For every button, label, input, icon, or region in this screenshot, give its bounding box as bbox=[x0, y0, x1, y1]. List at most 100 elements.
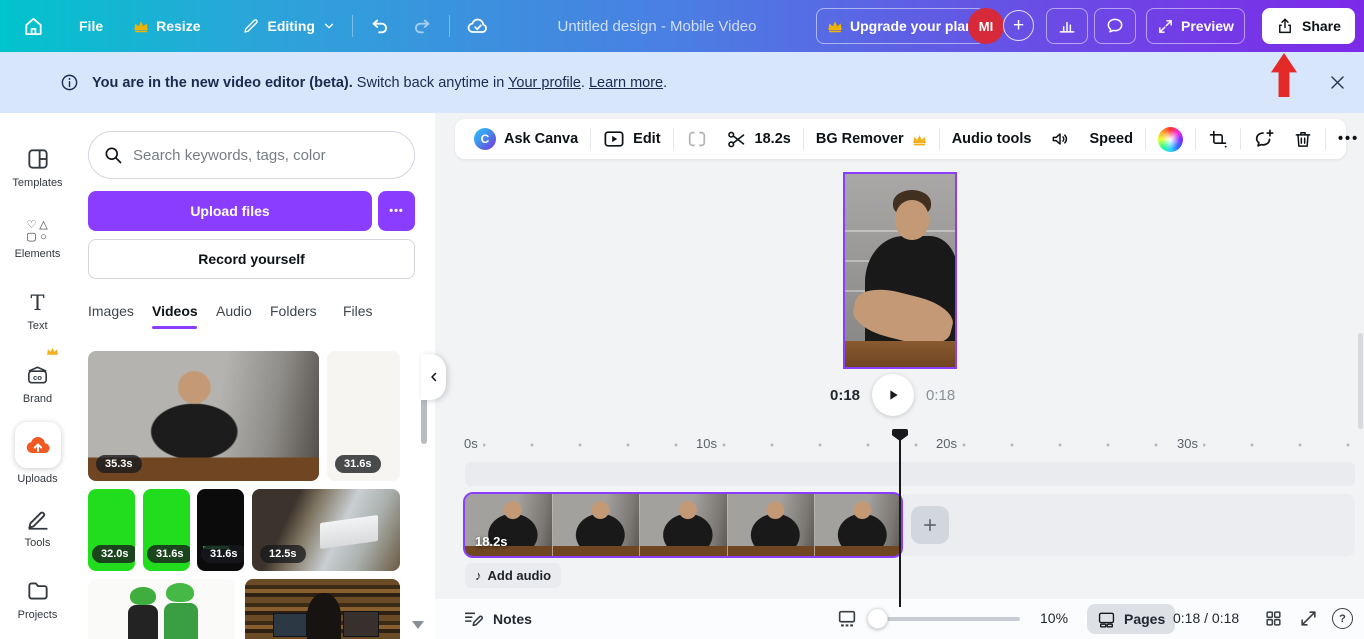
beta-banner: You are in the new video editor (beta). … bbox=[0, 52, 1364, 113]
video-thumbnail-laptop[interactable]: 12.5s bbox=[252, 489, 400, 571]
tab-files[interactable]: Files bbox=[343, 303, 373, 319]
window-scrollbar[interactable] bbox=[1358, 333, 1363, 429]
video-thumbnail-dark[interactable]: 31.6s bbox=[197, 489, 244, 571]
undo-button[interactable] bbox=[359, 8, 401, 44]
home-button[interactable] bbox=[12, 8, 55, 44]
playhead-line[interactable] bbox=[899, 437, 901, 607]
design-title[interactable]: Untitled design - Mobile Video bbox=[482, 18, 832, 35]
upgrade-plan-button[interactable]: Upgrade your plan bbox=[816, 8, 985, 44]
text-icon: T bbox=[30, 291, 44, 315]
sidebar-item-label: Templates bbox=[12, 177, 62, 189]
sidebar-item-elements[interactable]: ♡△▢○ Elements bbox=[0, 206, 75, 272]
top-bar: File Resize Editing bbox=[0, 0, 1364, 52]
trim-button[interactable]: 18.2s bbox=[717, 119, 800, 159]
bg-remover-button[interactable]: BG Remover bbox=[807, 119, 936, 159]
speed-button[interactable]: Speed bbox=[1080, 119, 1142, 159]
timeline-ruler[interactable] bbox=[465, 441, 1355, 449]
timeline-video-clip[interactable]: 18.2s bbox=[463, 492, 903, 558]
share-button[interactable]: Share bbox=[1262, 8, 1355, 44]
resize-button[interactable]: Resize bbox=[123, 8, 210, 44]
ask-canva-icon: C bbox=[474, 128, 496, 150]
zoom-level: 10% bbox=[1040, 610, 1068, 626]
search-input[interactable] bbox=[133, 147, 400, 164]
sidebar-item-tools[interactable]: Tools bbox=[0, 494, 75, 560]
audio-tools-button[interactable]: Audio tools bbox=[943, 119, 1041, 159]
pages-toggle-button[interactable]: Pages bbox=[1087, 604, 1175, 634]
anime-hair-1 bbox=[130, 587, 156, 605]
video-thumbnail-greenscreen-1[interactable]: 32.0s bbox=[88, 489, 135, 571]
help-button[interactable]: ? bbox=[1332, 608, 1353, 629]
sidebar-item-label: Text bbox=[27, 320, 47, 332]
learn-more-link[interactable]: Learn more bbox=[589, 75, 663, 91]
anime-shirt-2 bbox=[164, 603, 198, 639]
tab-videos[interactable]: Videos bbox=[152, 303, 198, 319]
timeline-fit-icon[interactable] bbox=[836, 608, 858, 630]
svg-text:co: co bbox=[33, 372, 42, 381]
add-member-button[interactable]: + bbox=[1003, 10, 1034, 41]
video-thumbnail-greenscreen-2[interactable]: 31.6s bbox=[143, 489, 190, 571]
sidebar-item-label: Tools bbox=[25, 537, 51, 549]
grid-view-icon[interactable] bbox=[1264, 609, 1283, 628]
crown-icon bbox=[133, 19, 149, 33]
play-button[interactable] bbox=[872, 374, 914, 416]
close-banner-icon[interactable] bbox=[1328, 73, 1347, 92]
crop-button[interactable] bbox=[1199, 119, 1237, 159]
tab-folders[interactable]: Folders bbox=[270, 303, 317, 319]
banner-text: You are in the new video editor (beta). … bbox=[92, 75, 667, 91]
split-button[interactable] bbox=[677, 119, 717, 159]
file-menu[interactable]: File bbox=[69, 8, 113, 44]
tab-audio[interactable]: Audio bbox=[216, 303, 252, 319]
volume-button[interactable] bbox=[1040, 119, 1080, 159]
more-options-button[interactable]: ••• bbox=[1329, 119, 1364, 159]
bg-remover-label: BG Remover bbox=[816, 131, 904, 147]
upload-files-button[interactable]: Upload files bbox=[88, 191, 372, 231]
tab-images[interactable]: Images bbox=[88, 303, 134, 319]
empty-track[interactable] bbox=[465, 462, 1355, 486]
comments-button[interactable] bbox=[1094, 8, 1136, 44]
add-audio-button[interactable]: ♪ Add audio bbox=[465, 563, 561, 588]
avatar-initials: MI bbox=[979, 19, 993, 34]
video-preview-page[interactable] bbox=[843, 172, 957, 369]
player-controls: 0:18 0:18 bbox=[830, 374, 970, 416]
account-avatar[interactable]: MI bbox=[968, 8, 1004, 44]
plus-icon: + bbox=[1013, 15, 1024, 37]
notes-button[interactable]: Notes bbox=[463, 609, 532, 628]
collapse-panel-button[interactable] bbox=[421, 354, 446, 400]
sidebar-item-brand[interactable]: co Brand bbox=[0, 350, 75, 416]
color-button[interactable] bbox=[1149, 119, 1192, 159]
sidebar-item-uploads[interactable]: Uploads bbox=[0, 420, 75, 486]
video-thumbnail-editor-desk[interactable] bbox=[245, 579, 400, 639]
clip-frame bbox=[727, 494, 814, 556]
video-thumbnail-anime[interactable] bbox=[88, 579, 235, 639]
video-thumbnail-light[interactable]: 31.6s bbox=[327, 351, 400, 481]
edit-video-button[interactable]: Edit bbox=[594, 119, 669, 159]
active-tab-underline bbox=[152, 326, 197, 329]
canva-video-editor: File Resize Editing bbox=[0, 0, 1364, 639]
crown-icon bbox=[912, 133, 927, 146]
zoom-slider-knob[interactable] bbox=[867, 608, 888, 629]
record-yourself-button[interactable]: Record yourself bbox=[88, 239, 415, 279]
ask-canva-button[interactable]: C Ask Canva bbox=[465, 119, 587, 159]
redo-button[interactable] bbox=[401, 8, 443, 44]
duration-badge: 31.6s bbox=[201, 545, 244, 563]
add-clip-button[interactable] bbox=[911, 506, 949, 544]
zoom-slider-track[interactable] bbox=[872, 617, 1020, 621]
sidebar-item-projects[interactable]: Projects bbox=[0, 566, 75, 632]
search-box bbox=[88, 131, 415, 179]
video-thumbnail-talking-man[interactable]: 35.3s bbox=[88, 351, 319, 481]
clip-frame bbox=[814, 494, 901, 556]
editing-mode-dropdown[interactable]: Editing bbox=[232, 8, 345, 44]
fullscreen-icon[interactable] bbox=[1299, 609, 1318, 628]
sidebar-item-templates[interactable]: Templates bbox=[0, 134, 75, 200]
add-comment-button[interactable] bbox=[1244, 119, 1284, 159]
sidebar-item-text[interactable]: T Text bbox=[0, 278, 75, 344]
clip-frame bbox=[639, 494, 726, 556]
upload-more-options-button[interactable]: ••• bbox=[378, 191, 415, 231]
insights-button[interactable] bbox=[1046, 8, 1088, 44]
preview-button[interactable]: Preview bbox=[1146, 8, 1245, 44]
delete-button[interactable] bbox=[1284, 119, 1322, 159]
scroll-down-arrow-icon[interactable] bbox=[412, 621, 424, 629]
your-profile-link[interactable]: Your profile bbox=[508, 75, 581, 91]
toolbar-divider bbox=[939, 128, 940, 150]
uploads-icon bbox=[15, 422, 61, 468]
